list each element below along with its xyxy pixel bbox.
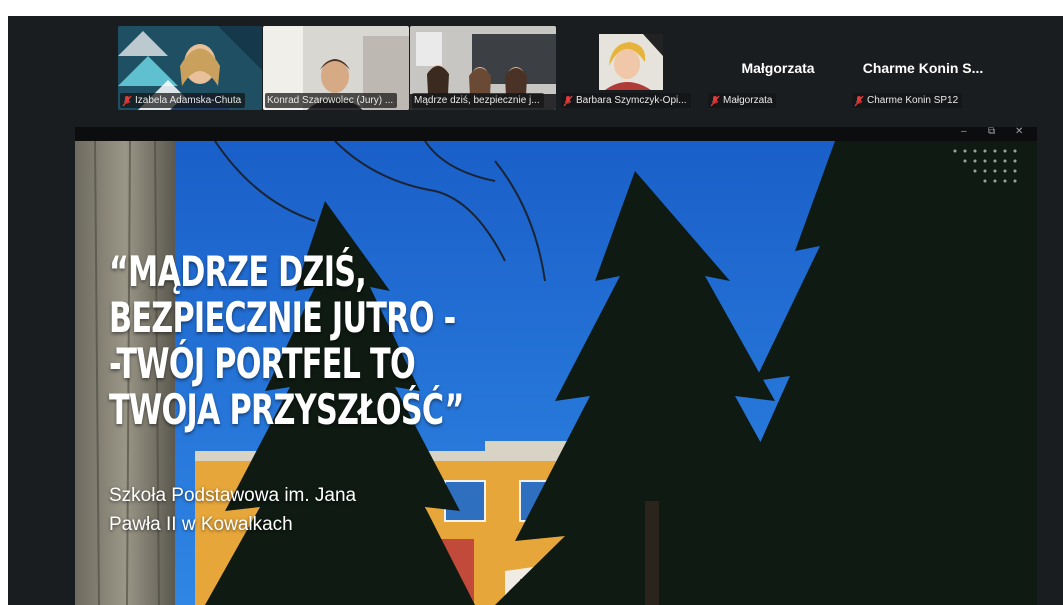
slide-subtitle: Szkoła Podstawowa im. Jana Pawła II w Ko… bbox=[109, 485, 357, 535]
close-icon[interactable]: ✕ bbox=[1015, 127, 1023, 137]
participant-name-label: Konrad Szarowolec (Jury) ... bbox=[265, 93, 398, 108]
shared-screen: – ⧉ ✕ “MĄDRZE DZIŚ, BEZPIECZNIE JUTRO - … bbox=[75, 127, 1037, 605]
participant-display-name: Małgorzata bbox=[741, 60, 815, 76]
presentation-slide: “MĄDRZE DZIŚ, BEZPIECZNIE JUTRO - -TWÓJ … bbox=[75, 141, 1037, 605]
participant-tile[interactable]: Izabela Adamska-Chuta bbox=[118, 26, 262, 110]
participant-name-label: Małgorzata bbox=[708, 93, 777, 108]
participant-tile[interactable]: Małgorzata Małgorzata bbox=[706, 26, 850, 110]
participant-name-label: Izabela Adamska-Chuta bbox=[120, 93, 246, 108]
video-call-window: Izabela Adamska-Chuta Konrad Szarowolec … bbox=[8, 16, 1063, 605]
slide-title: “MĄDRZE DZIŚ, BEZPIECZNIE JUTRO - -TWÓJ … bbox=[109, 247, 464, 434]
participant-tile[interactable]: Barbara Szymczyk-Opi... bbox=[559, 26, 705, 110]
mic-muted-icon bbox=[563, 95, 573, 106]
minimize-icon[interactable]: – bbox=[961, 127, 967, 137]
mic-muted-icon bbox=[854, 95, 864, 106]
participant-name-label: Barbara Szymczyk-Opi... bbox=[561, 93, 691, 108]
participant-tile-active-speaker[interactable]: Mądrze dziś, bezpiecznie j... bbox=[410, 26, 556, 110]
restore-icon[interactable]: ⧉ bbox=[988, 127, 995, 137]
participant-tile[interactable]: Konrad Szarowolec (Jury) ... bbox=[263, 26, 409, 110]
participant-display-name: Charme Konin S... bbox=[862, 60, 984, 76]
mic-muted-icon bbox=[122, 95, 132, 106]
participant-tile[interactable]: Charme Konin S... Charme Konin SP12 bbox=[850, 26, 996, 110]
mic-muted-icon bbox=[710, 95, 720, 106]
participant-name-label: Mądrze dziś, bezpiecznie j... bbox=[412, 93, 544, 108]
participant-name-label: Charme Konin SP12 bbox=[852, 93, 963, 108]
